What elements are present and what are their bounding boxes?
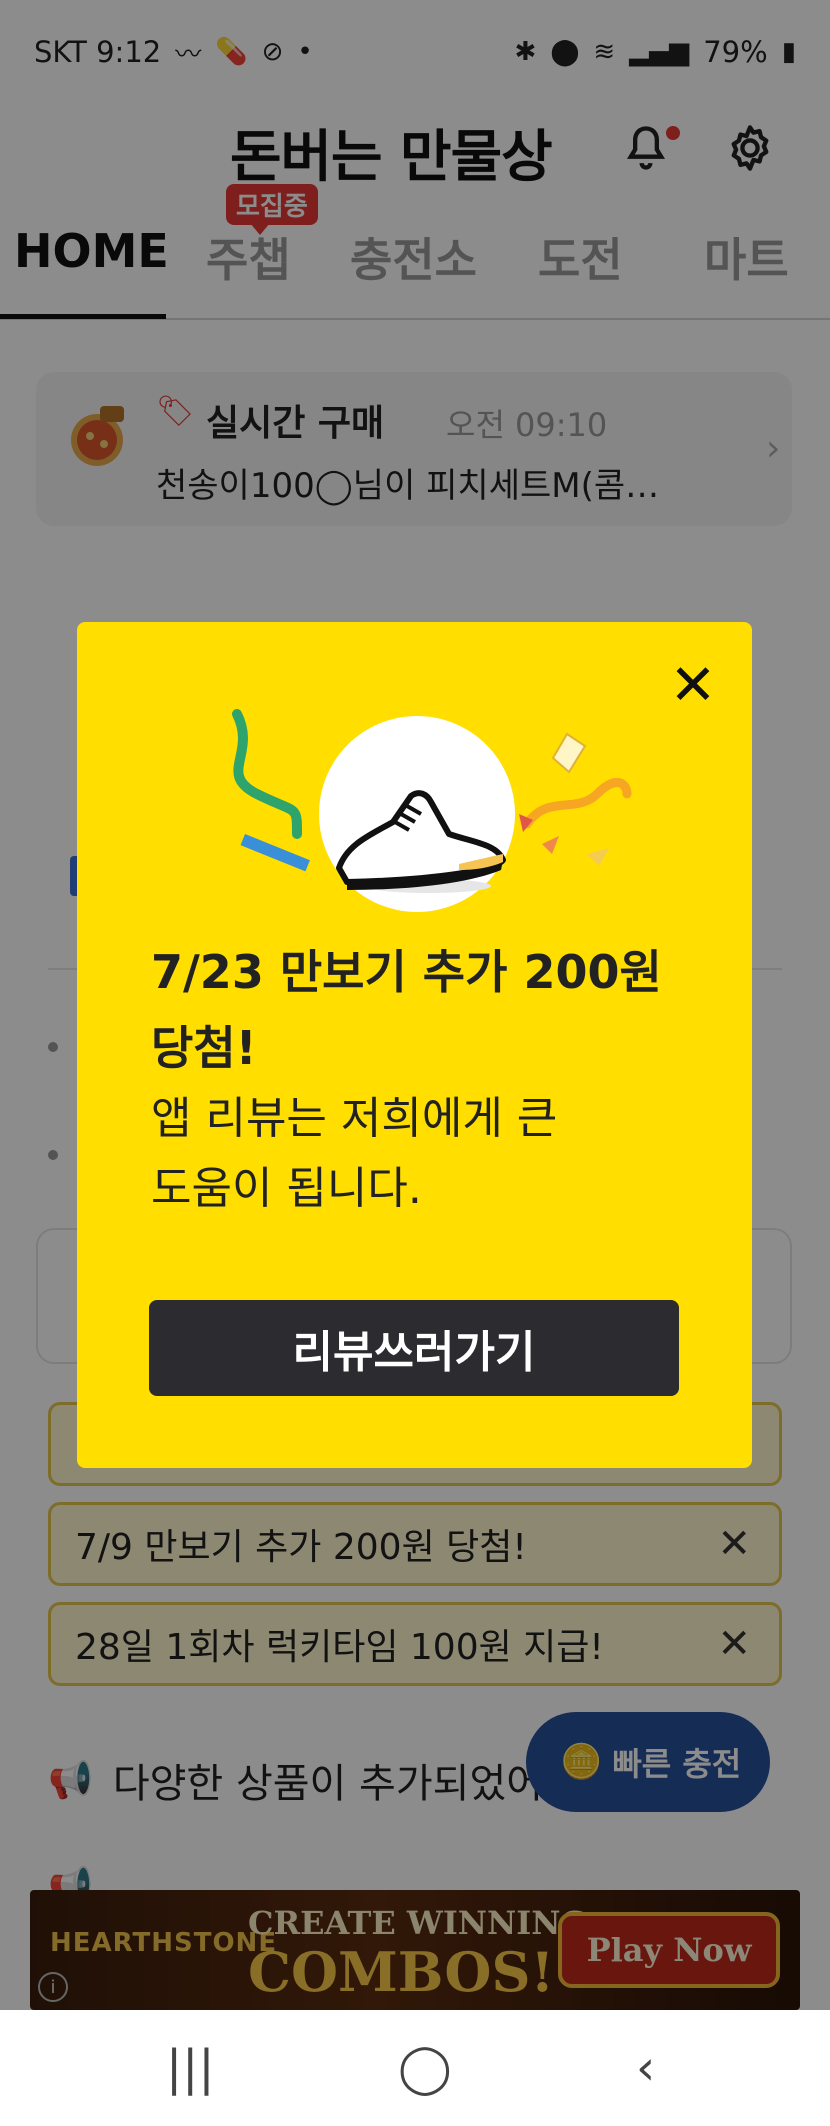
close-icon[interactable]: ✕ [661, 658, 725, 722]
modal-subtitle: 앱 리뷰는 저희에게 큰 도움이 됩니다. [151, 1093, 558, 1214]
back-icon[interactable]: ‹ [636, 2040, 655, 2096]
sneaker-confetti-illustration [232, 709, 632, 912]
reward-modal: ✕ 7/23 만보기 추가 200원 당첨! 앱 리뷰는 저희에게 큰 도움이 … [77, 622, 752, 1468]
write-review-button[interactable]: 리뷰쓰러가기 [149, 1300, 679, 1396]
home-icon[interactable]: ◯ [398, 2040, 452, 2096]
modal-title: 7/23 만보기 추가 200원 당첨! [151, 945, 662, 1075]
system-nav-bar: ||| ◯ ‹ [0, 2010, 830, 2126]
recent-apps-icon[interactable]: ||| [166, 2040, 215, 2096]
